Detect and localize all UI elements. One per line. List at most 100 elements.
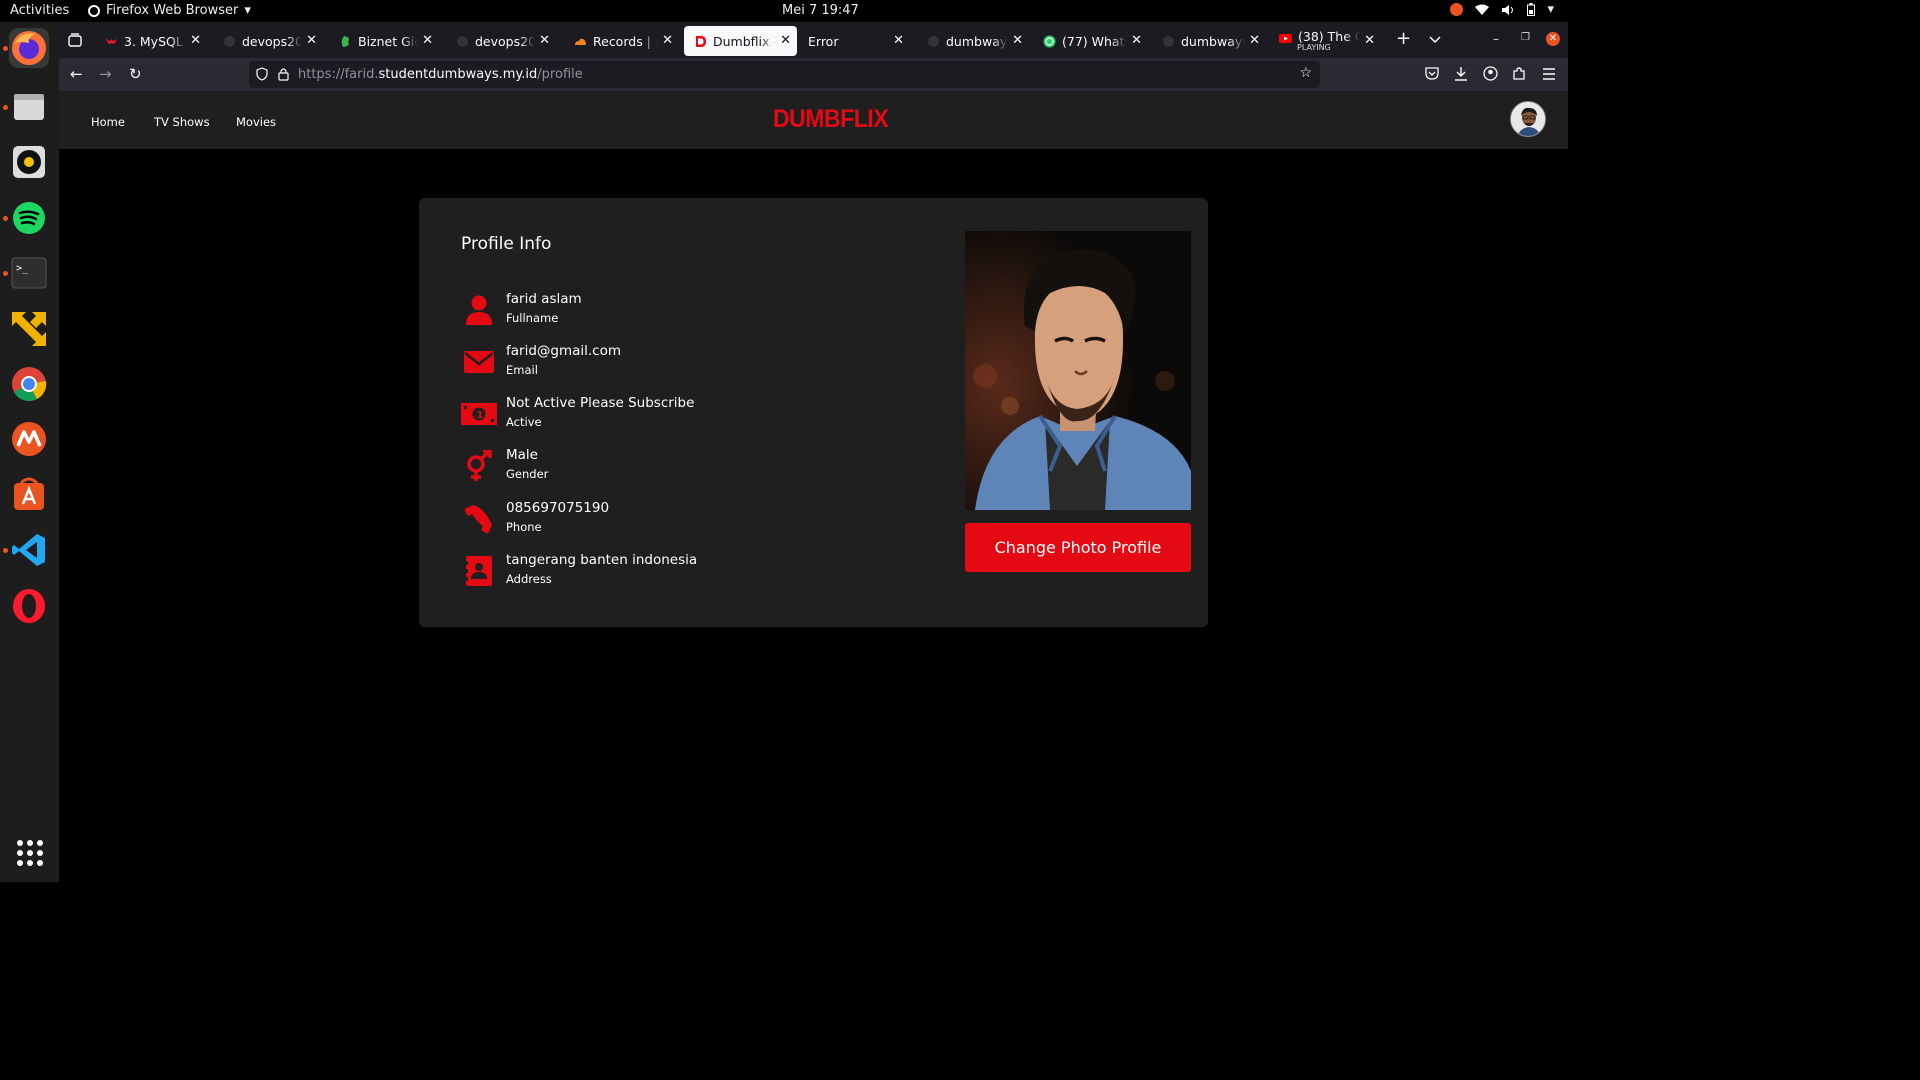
software-store-icon[interactable]: [9, 474, 49, 514]
address-card-icon: [461, 554, 497, 588]
firefox-small-icon: [88, 4, 100, 17]
files-icon[interactable]: [9, 87, 49, 127]
fullname-label: Fullname: [506, 311, 559, 325]
change-photo-profile-button[interactable]: Change Photo Profile: [965, 523, 1191, 572]
caret-down-icon: ▾: [244, 3, 251, 18]
gender-label: Gender: [506, 467, 549, 481]
tab-title: Biznet Gio Neo: [358, 33, 418, 49]
svg-text:1: 1: [477, 410, 484, 421]
close-tab-icon[interactable]: ✕: [662, 33, 673, 48]
clock[interactable]: Mei 7 19:47: [782, 3, 859, 18]
running-indicator: [3, 105, 8, 110]
spotify-icon[interactable]: [9, 198, 49, 238]
phone-icon: [461, 502, 497, 536]
extensions-icon[interactable]: [1512, 66, 1527, 81]
vscode-icon[interactable]: [9, 530, 49, 570]
tab-title: Dumbflix - Farid: [713, 33, 776, 49]
gender-icon: [461, 449, 497, 483]
dumbflix-icon: [696, 35, 706, 47]
dumbflix-logo[interactable]: DUMBFLIX: [773, 105, 889, 134]
tab-devops20-2[interactable]: devops20-dumbw ✕: [446, 26, 556, 56]
volume-icon: [1502, 4, 1514, 15]
github-icon: [928, 35, 939, 47]
tab-dumbways-devops[interactable]: dumbways-devops ✕: [1152, 26, 1266, 56]
url-path: /profile: [537, 67, 583, 82]
close-tab-icon[interactable]: ✕: [893, 33, 904, 48]
profile-card: Profile Info farid aslam Fullname farid@…: [419, 198, 1208, 627]
money-bill-icon: 1: [461, 397, 497, 431]
lock-icon[interactable]: [278, 67, 289, 81]
back-icon[interactable]: ←: [70, 65, 83, 83]
close-tab-icon[interactable]: ✕: [190, 33, 201, 48]
nav-tv-shows-link[interactable]: TV Shows: [154, 115, 210, 129]
running-indicator: [3, 216, 8, 221]
tab-youtube[interactable]: (38) The Chain PLAYING ✕: [1269, 26, 1381, 56]
subscription-label: Active: [506, 415, 542, 429]
rhythmbox-icon[interactable]: [9, 142, 49, 182]
tab-title: devops20-dumbw: [242, 33, 302, 49]
pocket-icon[interactable]: [1425, 67, 1439, 80]
profile-field-email: farid@gmail.com Email: [461, 343, 891, 387]
running-indicator: [3, 46, 8, 51]
subscription-value: Not Active Please Subscribe: [506, 395, 695, 411]
tab-dumbflix[interactable]: Dumbflix - Farid ✕: [684, 26, 797, 56]
app-menu[interactable]: Firefox Web Browser ▾: [88, 3, 251, 18]
tab-title: devops20-dumbw: [475, 33, 535, 49]
list-all-tabs-icon[interactable]: [1429, 36, 1441, 44]
mindmap-app-icon[interactable]: [9, 419, 49, 459]
close-tab-icon[interactable]: ✕: [539, 33, 550, 48]
account-icon[interactable]: [1483, 66, 1498, 81]
close-tab-icon[interactable]: ✕: [1364, 33, 1375, 48]
nav-movies-link[interactable]: Movies: [236, 115, 276, 129]
close-tab-icon[interactable]: ✕: [1012, 33, 1023, 48]
close-tab-icon[interactable]: ✕: [306, 33, 317, 48]
close-tab-icon[interactable]: ✕: [1131, 33, 1142, 48]
ubuntu-update-icon[interactable]: [1450, 3, 1464, 16]
nav-home-link[interactable]: Home: [91, 115, 125, 129]
tab-devops20-1[interactable]: devops20-dumbw ✕: [213, 26, 323, 56]
email-label: Email: [506, 363, 538, 377]
forward-icon[interactable]: →: [99, 65, 112, 83]
chrome-icon[interactable]: [9, 364, 49, 404]
firefox-icon[interactable]: [9, 28, 49, 68]
tab-mysql[interactable]: 3. MySQL | Dum ✕: [95, 26, 207, 56]
profile-photo: [965, 231, 1191, 510]
tab-title: 3. MySQL | Dum: [124, 33, 186, 49]
downloads-icon[interactable]: [1454, 66, 1468, 81]
opera-icon[interactable]: [9, 586, 49, 626]
tab-records[interactable]: Records | stude ✕: [564, 26, 679, 56]
close-tab-icon[interactable]: ✕: [422, 33, 433, 48]
url-text: https://farid.studentdumbways.my.id/prof…: [298, 67, 583, 82]
web-page: Home TV Shows Movies DUMBFLIX Profile In…: [59, 91, 1568, 882]
user-avatar[interactable]: [1510, 101, 1546, 137]
profile-field-subscription: 1 Not Active Please Subscribe Active: [461, 395, 891, 439]
running-indicator: [3, 548, 8, 553]
show-apps-icon[interactable]: [17, 840, 43, 866]
email-value: farid@gmail.com: [506, 343, 622, 359]
gender-value: Male: [506, 447, 538, 463]
terminal-icon[interactable]: >_: [9, 253, 49, 293]
close-tab-icon[interactable]: ✕: [1249, 33, 1260, 48]
bookmark-star-icon[interactable]: ☆: [1299, 65, 1312, 81]
tab-whatsapp[interactable]: (77) WhatsApp ✕: [1033, 26, 1148, 56]
shield-icon[interactable]: [256, 67, 268, 81]
github-icon: [457, 35, 468, 47]
tab-biznet[interactable]: Biznet Gio Neo ✕: [329, 26, 439, 56]
remmina-icon[interactable]: [9, 309, 49, 349]
address-bar[interactable]: https://farid.studentdumbways.my.id/prof…: [249, 61, 1320, 88]
tab-overview-icon[interactable]: [68, 33, 82, 47]
app-menu-label: Firefox Web Browser: [106, 3, 239, 18]
tab-dumbwaysdevops[interactable]: dumbwaysdevops ✕: [917, 26, 1029, 56]
dock: >_: [0, 22, 59, 882]
reload-icon[interactable]: ↻: [129, 65, 142, 83]
activities-button[interactable]: Activities: [10, 3, 69, 18]
menu-icon[interactable]: [1542, 68, 1556, 80]
system-tray[interactable]: ▾: [1450, 2, 1554, 17]
close-window-icon[interactable]: ✕: [1546, 32, 1560, 46]
new-tab-icon[interactable]: +: [1396, 28, 1411, 49]
tab-error[interactable]: Error ✕: [798, 26, 910, 56]
close-tab-icon[interactable]: ✕: [780, 33, 791, 48]
restore-icon[interactable]: ❐: [1521, 32, 1530, 43]
envelope-icon: [461, 345, 497, 379]
minimize-icon[interactable]: –: [1493, 32, 1499, 46]
